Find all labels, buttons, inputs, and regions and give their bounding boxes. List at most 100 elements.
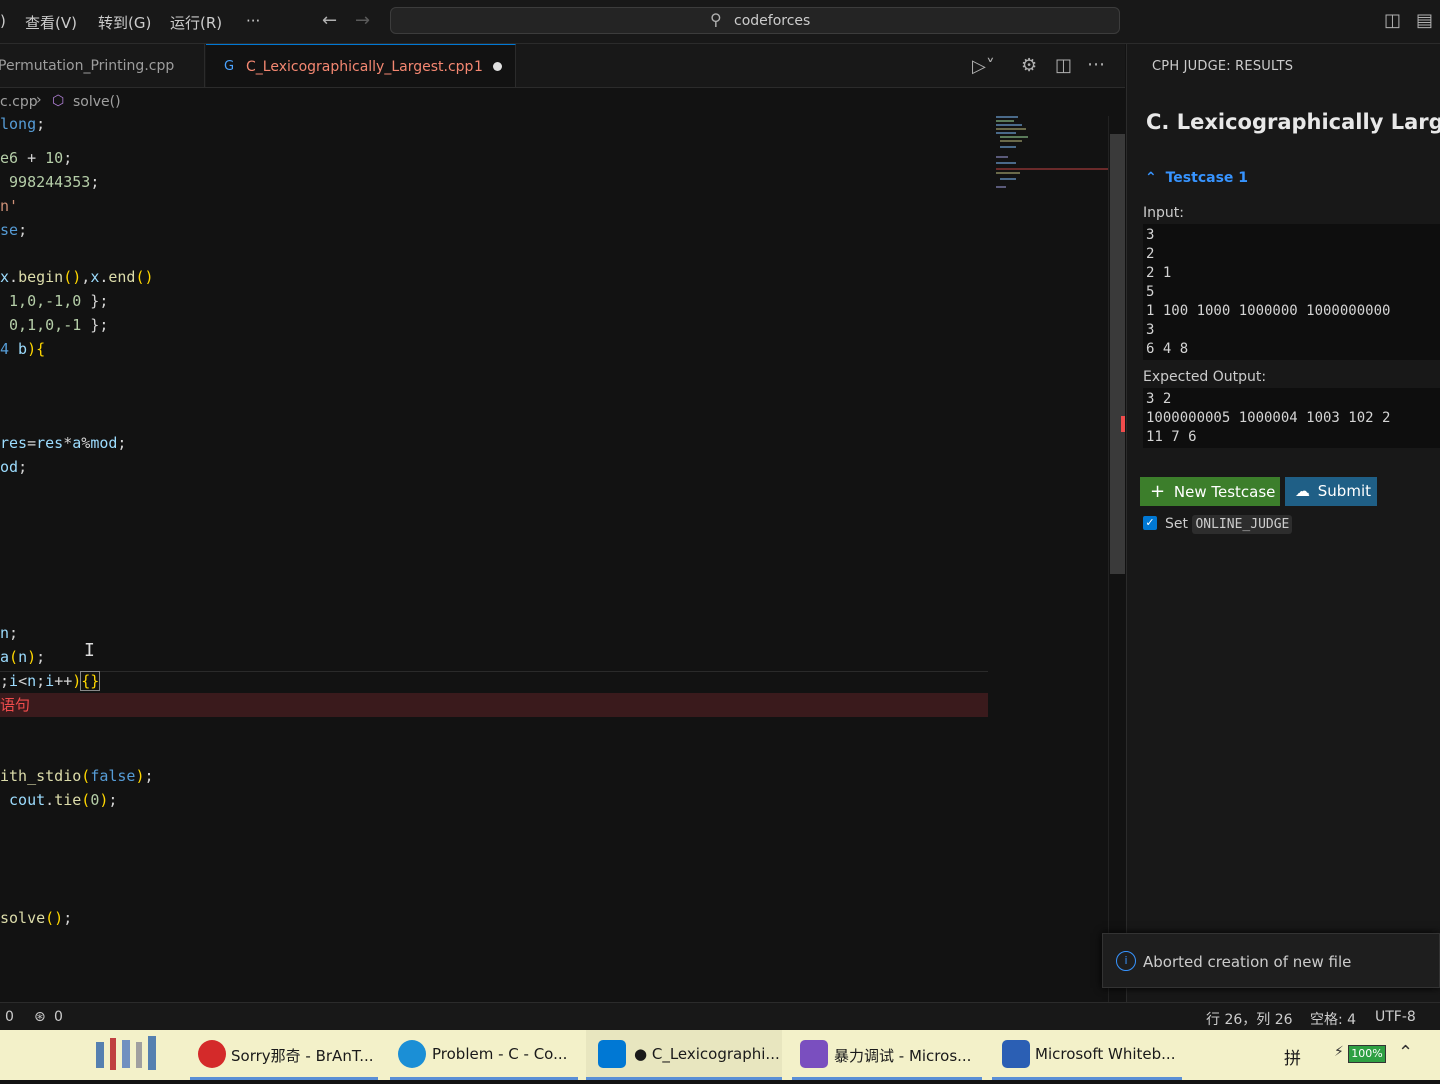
minimap[interactable] [990, 116, 1108, 316]
input-line: 6 4 8 [1146, 341, 1189, 357]
code-line: 0,1,0,-1 }; [9, 316, 109, 334]
code-line: res=res*a%mod; [0, 434, 127, 452]
menu-view[interactable]: 查看(V) [25, 12, 77, 33]
ime-indicator[interactable]: 拼 [1284, 1044, 1301, 1069]
code-line-current: ;i<n;i++){} [0, 671, 101, 691]
editor-scrollbar[interactable] [1108, 116, 1126, 1002]
indentation[interactable]: 空格: 4 [1310, 1009, 1356, 1029]
scrollbar-thumb[interactable] [1110, 134, 1125, 574]
error-inline-message: 语句 [0, 696, 31, 714]
more-actions-icon[interactable]: ⋯ [1087, 54, 1105, 75]
code-line: 4 b){ [0, 340, 46, 358]
input-line: 5 [1146, 284, 1155, 300]
run-debug-icon[interactable]: ▷˅ [972, 56, 995, 77]
windows-taskbar: Sorry那奇 - BrAnT... Problem - C - Co... ●… [0, 1030, 1440, 1080]
info-icon: i [1116, 951, 1136, 971]
taskbar-pinned-app[interactable] [88, 1030, 174, 1080]
chevron-up-icon: ⌃ [1145, 170, 1157, 186]
expected-line: 3 2 [1146, 391, 1172, 407]
plug-icon: ⚡ [1334, 1044, 1344, 1060]
problem-title: C. Lexicographically Largest [1146, 110, 1440, 134]
tab-label: Permutation_Printing.cpp [0, 58, 175, 74]
plus-icon: + [1150, 481, 1166, 502]
breadcrumb-file[interactable]: c.cpp [0, 94, 38, 110]
code-line: solve(); [0, 909, 73, 927]
expected-output-label: Expected Output: [1143, 369, 1267, 385]
submit-button[interactable]: ☁ Submit [1285, 477, 1377, 506]
testcase-label: Testcase 1 [1165, 170, 1249, 186]
taskbar-item-vscode[interactable]: ● C_Lexicographi... [586, 1030, 782, 1080]
breadcrumb-symbol[interactable]: solve() [73, 94, 121, 110]
set-label: Set [1165, 516, 1188, 532]
taskbar-label: Microsoft Whiteb... [1035, 1045, 1176, 1063]
code-line: se; [0, 221, 28, 239]
testcase-toggle[interactable]: ⌃ Testcase 1 [1145, 170, 1248, 186]
new-testcase-button[interactable]: + New Testcase [1140, 477, 1280, 506]
new-testcase-label: New Testcase [1173, 483, 1276, 501]
expected-line: 1000000005 1000004 1003 102 2 [1146, 410, 1391, 426]
cube-method-icon: ⬡ [52, 93, 65, 109]
expected-line: 11 7 6 [1146, 429, 1197, 445]
gear-icon[interactable]: ⚙ [1021, 55, 1037, 76]
code-editor[interactable]: long; e6 + 10; 998244353; n' se; x.begin… [0, 116, 1108, 1002]
code-line: x.begin(),x.end() [0, 268, 154, 286]
edge-browser-icon [398, 1040, 426, 1068]
antenna-icon: ⊛ [34, 1009, 46, 1025]
submit-label: Submit [1317, 482, 1371, 500]
notification-toast[interactable]: i Aborted creation of new file [1102, 933, 1440, 988]
toggle-panel-icon[interactable]: ▤ [1416, 10, 1433, 31]
breadcrumb: c.cpp › ⬡ solve() [0, 88, 1125, 116]
unsaved-dot-icon[interactable] [493, 62, 502, 71]
search-text: codeforces [734, 13, 811, 29]
toggle-sidebar-icon[interactable]: ◫ [1384, 10, 1401, 31]
battery-indicator[interactable]: ⚡ 100% [1334, 1044, 1390, 1064]
taskbar-label: ● C_Lexicographi... [634, 1045, 780, 1063]
input-line: 2 1 [1146, 265, 1172, 281]
whiteboard-icon [1002, 1040, 1030, 1068]
editor-tab-bar: Permutation_Printing.cpp G C_Lexicograph… [0, 44, 1125, 88]
title-bar: ) 查看(V) 转到(G) 运行(R) ··· ← → ⚲ codeforces… [0, 0, 1440, 44]
cloud-upload-icon: ☁ [1295, 482, 1310, 500]
taskbar-label: Problem - C - Co... [432, 1045, 568, 1063]
back-arrow-icon[interactable]: ← [322, 10, 337, 31]
tab-permutation-printing[interactable]: Permutation_Printing.cpp [0, 44, 205, 87]
errors-count[interactable]: 0 [5, 1009, 14, 1025]
menu-more[interactable]: ··· [246, 12, 260, 30]
ports-count[interactable]: 0 [54, 1009, 63, 1025]
encoding[interactable]: UTF-8 [1375, 1009, 1416, 1025]
menu-run[interactable]: 运行(R) [170, 12, 222, 33]
taskbar-item-whiteboard[interactable]: Microsoft Whiteb... [992, 1030, 1182, 1080]
cpp-file-icon: G [224, 59, 235, 74]
visual-studio-icon [800, 1040, 828, 1068]
taskbar-item-edge[interactable]: Problem - C - Co... [390, 1030, 578, 1080]
split-editor-icon[interactable]: ◫ [1055, 55, 1072, 76]
chevron-up-icon[interactable]: ⌃ [1398, 1042, 1413, 1063]
expected-output-box[interactable]: 3 2 1000000005 1000004 1003 102 2 11 7 6 [1143, 388, 1440, 448]
code-line: 998244353; [9, 173, 100, 191]
code-line: cout.tie(0); [9, 791, 118, 809]
input-line: 3 [1146, 322, 1155, 338]
input-box[interactable]: 3 2 2 1 5 1 100 1000 1000000 1000000000 … [1143, 224, 1440, 360]
code-line: od; [0, 458, 28, 476]
problem-count-badge: 1 [474, 59, 483, 75]
tab-lexicographically-largest[interactable]: G C_Lexicographically_Largest.cpp 1 [206, 44, 516, 87]
input-line: 3 [1146, 227, 1155, 243]
online-judge-checkbox[interactable]: ✓ [1143, 516, 1157, 530]
online-judge-code: ONLINE_JUDGE [1192, 515, 1293, 534]
taskbar-item-netease-music[interactable]: Sorry那奇 - BrAnT... [190, 1030, 378, 1080]
menu-goto[interactable]: 转到(G) [98, 12, 151, 33]
search-icon: ⚲ [710, 10, 722, 29]
code-line: ith_stdio(false); [0, 767, 154, 785]
cursor-position[interactable]: 行 26，列 26 [1206, 1009, 1293, 1029]
code-line: 1,0,-1,0 }; [9, 292, 109, 310]
taskbar-item-visual-studio[interactable]: 暴力调试 - Micros... [792, 1030, 982, 1080]
online-judge-row: ✓ Set ONLINE_JUDGE [1143, 515, 1293, 534]
code-line: n' [0, 197, 19, 215]
error-scroll-marker [1121, 416, 1125, 432]
input-label: Input: [1143, 205, 1184, 221]
input-line: 2 [1146, 246, 1155, 262]
menu-partial[interactable]: ) [0, 12, 6, 30]
chevron-right-icon: › [36, 92, 42, 108]
notification-text: Aborted creation of new file [1143, 953, 1352, 971]
forward-arrow-icon[interactable]: → [355, 10, 370, 31]
